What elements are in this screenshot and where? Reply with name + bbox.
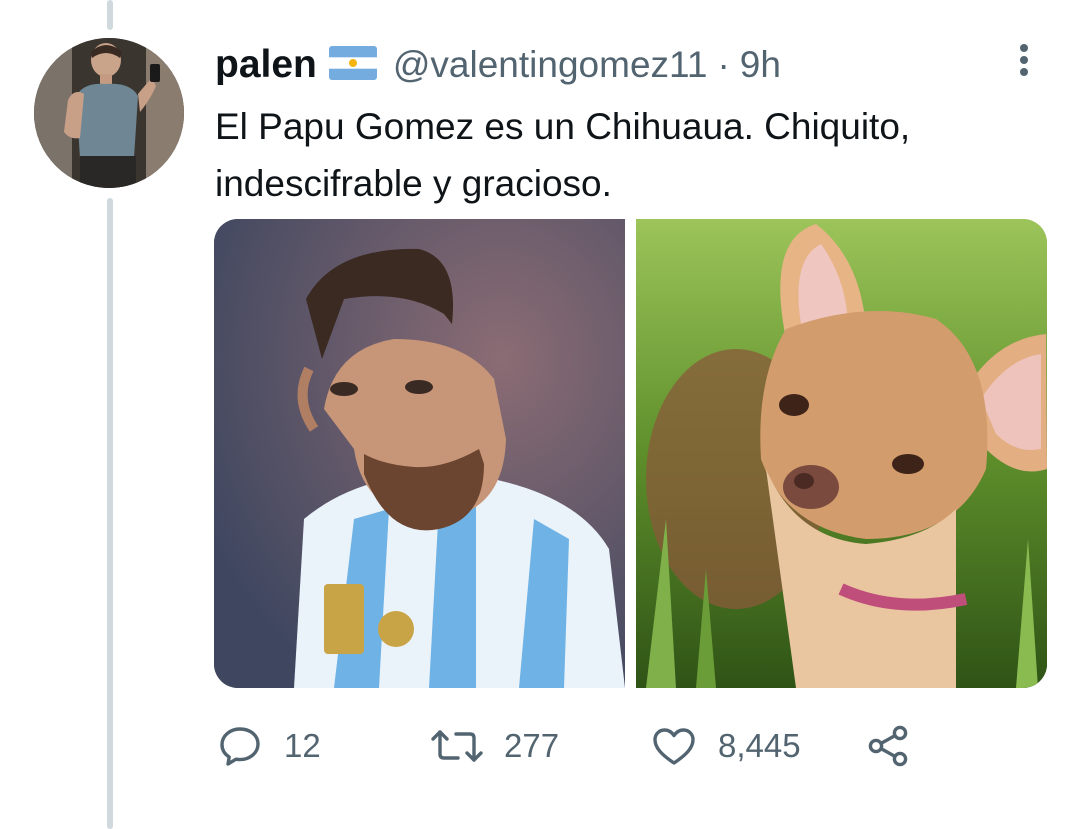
separator-dot: · bbox=[717, 44, 730, 85]
share-button[interactable] bbox=[864, 718, 912, 774]
argentina-flag-icon bbox=[328, 45, 377, 85]
reply-icon bbox=[220, 727, 260, 766]
thread-line-bottom bbox=[107, 198, 113, 829]
retweet-count: 277 bbox=[504, 727, 560, 764]
thread-line-top bbox=[107, 0, 113, 30]
retweet-icon bbox=[431, 730, 483, 762]
author-name[interactable]: palen bbox=[215, 43, 317, 87]
chihuahua-photo[interactable] bbox=[636, 219, 1047, 688]
like-count: 8,445 bbox=[718, 727, 801, 764]
media-grid bbox=[214, 219, 1047, 688]
share-icon bbox=[868, 725, 908, 767]
avatar[interactable] bbox=[34, 38, 184, 188]
timestamp[interactable]: 9h bbox=[740, 44, 781, 86]
reply-button[interactable]: 12 bbox=[216, 718, 321, 774]
heart-icon bbox=[653, 728, 695, 765]
tweet-header: palen @valentingomez11 · 9h bbox=[215, 40, 781, 90]
footballer-photo[interactable] bbox=[214, 219, 625, 688]
avatar-photo bbox=[34, 38, 184, 188]
more-options-icon[interactable] bbox=[1012, 42, 1036, 78]
retweet-button[interactable]: 277 bbox=[430, 718, 559, 774]
reply-count: 12 bbox=[284, 727, 321, 764]
like-button[interactable]: 8,445 bbox=[650, 718, 801, 774]
author-handle[interactable]: @valentingomez11 bbox=[393, 44, 708, 86]
tweet-text: El Papu Gomez es un Chihuaua. Chiquito, … bbox=[215, 106, 911, 204]
